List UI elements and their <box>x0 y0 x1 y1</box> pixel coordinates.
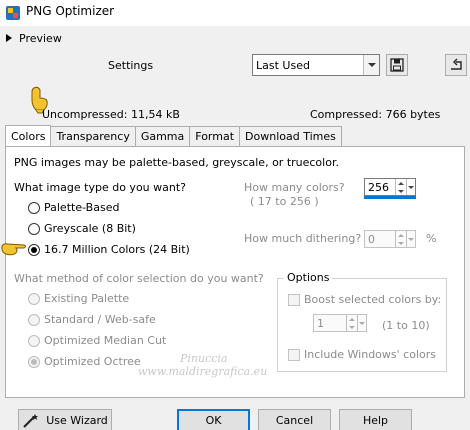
radio-circle <box>28 222 40 235</box>
tab-strip: Colors Transparency Gamma Format Downloa… <box>5 125 342 146</box>
chevron-down-icon[interactable] <box>406 231 415 247</box>
radio-standard-web-safe[interactable]: Standard / Web-safe <box>28 313 156 326</box>
app-icon <box>6 6 20 20</box>
preview-toggle[interactable]: Preview <box>6 30 62 46</box>
settings-label: Settings <box>108 59 154 72</box>
radio-label: Standard / Web-safe <box>44 313 156 326</box>
radio-circle <box>28 355 40 368</box>
stepper-arrows[interactable] <box>346 315 357 331</box>
dithering-label: How much dithering? <box>244 232 362 245</box>
wizard-wand-icon <box>23 413 39 428</box>
dithering-stepper[interactable]: 0 <box>364 230 416 248</box>
reset-icon <box>451 58 462 70</box>
checkbox-box <box>288 293 300 306</box>
radio-24bit[interactable]: 16.7 Million Colors (24 Bit) <box>28 243 190 256</box>
checkbox-label: Include Windows' colors <box>304 348 436 361</box>
settings-select[interactable]: Last Used <box>252 54 380 76</box>
how-many-colors-label: How many colors? <box>244 181 345 194</box>
stepper-arrows[interactable] <box>395 231 406 247</box>
boost-value: 1 <box>317 316 324 330</box>
dithering-unit: % <box>426 232 437 245</box>
preview-label: Preview <box>19 31 62 45</box>
radio-circle <box>28 243 40 256</box>
image-type-question: What image type do you want? <box>14 181 187 194</box>
checkbox-box <box>288 348 300 361</box>
colors-count-value: 256 <box>368 180 389 194</box>
dithering-value: 0 <box>368 232 375 246</box>
radio-label: Optimized Octree <box>44 355 141 368</box>
window-title: PNG Optimizer <box>26 4 115 18</box>
radio-palette-based[interactable]: Palette-Based <box>28 201 119 214</box>
radio-circle <box>28 201 40 214</box>
radio-greyscale[interactable]: Greyscale (8 Bit) <box>28 222 136 235</box>
save-settings-button[interactable] <box>386 54 408 76</box>
reset-settings-button[interactable] <box>445 54 467 76</box>
watermark-line2: www.maldiregrafica.eu <box>138 365 268 378</box>
uncompressed-size: Uncompressed: 11,54 kB <box>42 108 180 121</box>
pointing-hand-icon <box>1 243 26 256</box>
colors-range-label: ( 17 to 256 ) <box>250 195 319 208</box>
chevron-down-icon[interactable] <box>357 315 366 331</box>
tab-format[interactable]: Format <box>189 126 241 146</box>
radio-circle <box>28 292 40 305</box>
include-windows-colors-checkbox[interactable]: Include Windows' colors <box>288 348 436 361</box>
radio-octree[interactable]: Optimized Octree <box>28 355 141 368</box>
use-wizard-label: Use Wizard <box>46 414 108 427</box>
radio-median-cut[interactable]: Optimized Median Cut <box>28 334 166 347</box>
radio-label: 16.7 Million Colors (24 Bit) <box>44 243 190 256</box>
checkbox-label: Boost selected colors by: <box>304 293 442 306</box>
tab-gamma[interactable]: Gamma <box>134 126 191 146</box>
expand-arrow-icon <box>6 34 12 42</box>
compressed-size: Compressed: 766 bytes <box>310 108 441 121</box>
radio-existing-palette[interactable]: Existing Palette <box>28 292 129 305</box>
method-question: What method of color selection do you wa… <box>14 272 264 285</box>
boost-range: (1 to 10) <box>382 319 430 332</box>
stepper-arrows[interactable] <box>395 179 406 195</box>
radio-label: Palette-Based <box>44 201 120 214</box>
use-wizard-button[interactable]: Use Wizard <box>18 409 112 430</box>
cancel-button[interactable]: Cancel <box>258 409 331 430</box>
boost-colors-checkbox[interactable]: Boost selected colors by: <box>288 293 441 306</box>
radio-label: Optimized Median Cut <box>44 334 167 347</box>
boost-stepper[interactable]: 1 <box>313 314 367 332</box>
tab-colors[interactable]: Colors <box>5 125 52 146</box>
radio-circle <box>28 334 40 347</box>
radio-circle <box>28 313 40 326</box>
radio-label: Greyscale (8 Bit) <box>44 222 136 235</box>
chevron-down-icon[interactable] <box>406 179 415 195</box>
colors-count-highlight <box>364 196 416 199</box>
options-title: Options <box>284 271 333 284</box>
watermark-line1: Pinuccia <box>180 352 228 365</box>
chevron-down-icon[interactable] <box>363 55 379 75</box>
radio-label: Existing Palette <box>44 292 130 305</box>
ok-button[interactable]: OK <box>177 409 250 430</box>
watermark: Pinuccia www.maldiregrafica.eu <box>138 352 267 378</box>
tab-download-times[interactable]: Download Times <box>239 126 342 146</box>
intro-text: PNG images may be palette-based, greysca… <box>14 156 339 169</box>
floppy-disk-icon <box>390 58 404 72</box>
settings-select-value: Last Used <box>256 58 310 72</box>
help-button[interactable]: Help <box>339 409 412 430</box>
colors-count-stepper[interactable]: 256 <box>364 178 416 196</box>
tab-transparency[interactable]: Transparency <box>50 126 136 146</box>
